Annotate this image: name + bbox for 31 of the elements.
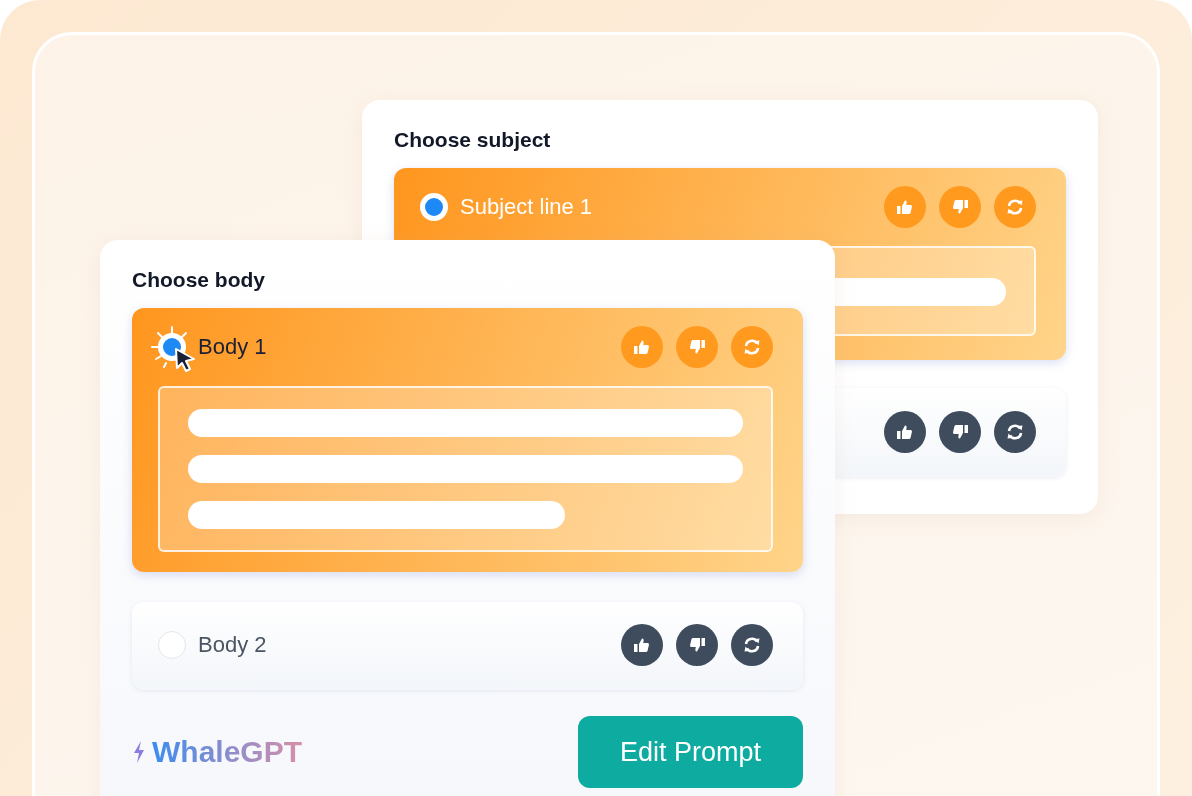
refresh-icon <box>742 635 762 655</box>
thumbs-up-button[interactable] <box>621 624 663 666</box>
thumbs-up-button[interactable] <box>884 186 926 228</box>
option-card[interactable]: Body 1 <box>132 308 803 572</box>
thumbs-up-button[interactable] <box>621 326 663 368</box>
refresh-icon <box>1005 197 1025 217</box>
option-label: Subject line 1 <box>460 194 593 220</box>
refresh-button[interactable] <box>731 624 773 666</box>
thumbs-up-icon <box>896 422 914 441</box>
thumbs-down-icon <box>951 422 969 441</box>
lightning-icon <box>132 740 146 764</box>
refresh-button[interactable] <box>994 410 1036 453</box>
thumbs-down-button[interactable] <box>676 326 718 368</box>
thumbs-down-button[interactable] <box>676 624 718 666</box>
thumbs-up-icon <box>633 338 651 356</box>
option-label: Body 2 <box>198 632 267 658</box>
refresh-icon <box>1005 421 1025 442</box>
thumbs-up-icon <box>896 198 914 216</box>
thumbs-down-icon <box>688 636 706 654</box>
thumbs-up-button[interactable] <box>884 410 926 453</box>
radio-button[interactable] <box>158 631 186 659</box>
thumbs-down-icon <box>951 198 969 216</box>
thumbs-down-button[interactable] <box>939 410 981 453</box>
option-card[interactable]: Body 2 <box>132 602 803 690</box>
thumbs-down-button[interactable] <box>939 186 981 228</box>
thumbs-down-icon <box>688 338 706 356</box>
card-title: Choose subject <box>394 128 552 152</box>
card-title: Choose body <box>132 268 266 292</box>
option-label: Body 1 <box>198 334 267 360</box>
refresh-icon <box>742 337 762 357</box>
thumbs-up-icon <box>633 636 651 654</box>
